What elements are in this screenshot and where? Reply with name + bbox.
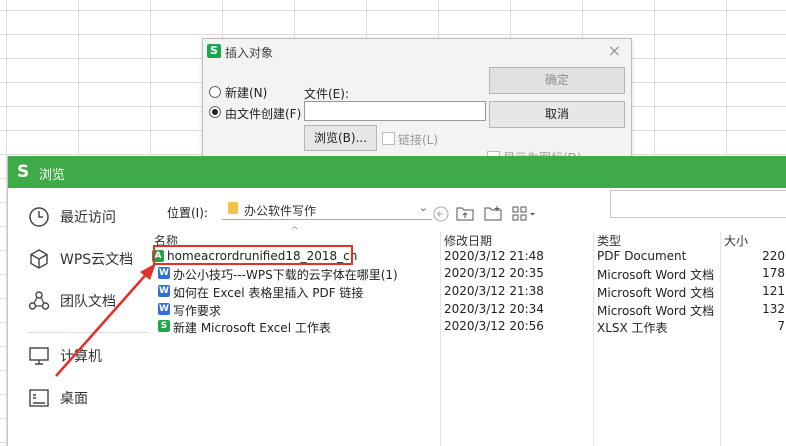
annotation-arrow bbox=[55, 263, 156, 377]
